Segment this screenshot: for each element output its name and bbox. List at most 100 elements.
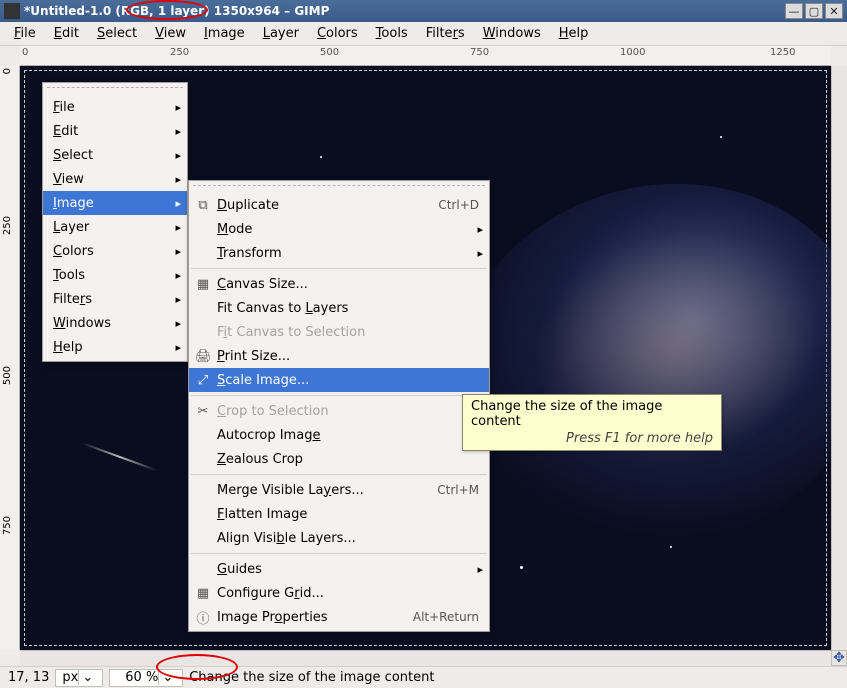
context-menu: File▸ Edit▸ Select▸ View▸ Image▸ Layer▸ …	[42, 82, 188, 362]
submenu-zealous-crop[interactable]: Zealous Crop	[189, 447, 489, 471]
chevron-right-icon: ▸	[175, 245, 181, 258]
submenu-mode[interactable]: Mode▸	[189, 217, 489, 241]
chevron-right-icon: ▸	[175, 269, 181, 282]
ctx-windows[interactable]: Windows▸	[43, 311, 187, 335]
menu-view[interactable]: View	[147, 23, 194, 44]
minimize-button[interactable]: —	[785, 3, 803, 19]
ctx-select[interactable]: Select▸	[43, 143, 187, 167]
window-buttons: — ▢ ✕	[785, 3, 843, 19]
maximize-button[interactable]: ▢	[805, 3, 823, 19]
ruler-h-label: 250	[170, 47, 189, 58]
accelerator-label: Alt+Return	[413, 610, 479, 624]
canvas-content-star	[720, 136, 722, 138]
menu-file[interactable]: File	[6, 23, 44, 44]
status-bar: 17, 13 px ⌄ 60 % ⌄ Change the size of th…	[0, 666, 847, 688]
chevron-right-icon: ▸	[175, 317, 181, 330]
tooltip: Change the size of the image content Pre…	[462, 394, 722, 451]
zoom-value: 60 %	[125, 670, 158, 685]
menu-tear-off[interactable]	[193, 185, 485, 191]
ruler-vertical[interactable]: 0 250 500 750	[0, 66, 20, 650]
menu-separator	[191, 474, 487, 475]
menu-layer[interactable]: Layer	[255, 23, 307, 44]
grid-icon: ▦	[195, 586, 211, 601]
navigation-icon[interactable]: ✥	[831, 650, 847, 666]
ctx-filters[interactable]: Filters▸	[43, 287, 187, 311]
chevron-down-icon: ⌄	[158, 670, 176, 685]
submenu-flatten[interactable]: Flatten Image	[189, 502, 489, 526]
scrollbar-vertical[interactable]	[831, 66, 847, 650]
chevron-right-icon: ▸	[175, 125, 181, 138]
submenu-print-size[interactable]: 🖨Print Size...	[189, 344, 489, 368]
submenu-canvas-size[interactable]: ▦Canvas Size...	[189, 272, 489, 296]
scrollbar-horizontal[interactable]	[20, 650, 831, 666]
menu-tear-off[interactable]	[47, 87, 183, 93]
canvas-size-icon: ▦	[195, 277, 211, 292]
image-submenu: ⧉DuplicateCtrl+D Mode▸ Transform▸ ▦Canva…	[188, 180, 490, 632]
menu-separator	[191, 395, 487, 396]
scale-icon: ⤢	[195, 373, 211, 388]
submenu-guides[interactable]: Guides▸	[189, 557, 489, 581]
canvas-content-star	[670, 546, 672, 548]
submenu-transform[interactable]: Transform▸	[189, 241, 489, 265]
ruler-h-label: 1000	[620, 47, 645, 58]
submenu-scale-image[interactable]: ⤢Scale Image...	[189, 368, 489, 392]
chevron-right-icon: ▸	[175, 173, 181, 186]
duplicate-icon: ⧉	[195, 198, 211, 213]
close-button[interactable]: ✕	[825, 3, 843, 19]
window-title: *Untitled-1.0 (RGB, 1 layer) 1350x964 – …	[24, 4, 785, 18]
menu-bar: File Edit Select View Image Layer Colors…	[0, 22, 847, 46]
status-hint: Change the size of the image content	[189, 670, 434, 685]
menu-image[interactable]: Image	[196, 23, 253, 44]
properties-icon: ⓘ	[195, 608, 211, 627]
ruler-horizontal[interactable]: 0 250 500 750 1000 1250	[20, 46, 831, 66]
menu-tools[interactable]: Tools	[368, 23, 416, 44]
print-size-icon: 🖨	[195, 349, 211, 364]
menu-separator	[191, 553, 487, 554]
ruler-v-label: 250	[2, 216, 13, 235]
chevron-right-icon: ▸	[175, 221, 181, 234]
chevron-down-icon: ⌄	[78, 670, 96, 685]
menu-help[interactable]: Help	[551, 23, 597, 44]
unit-value: px	[62, 670, 78, 685]
submenu-image-properties[interactable]: ⓘImage PropertiesAlt+Return	[189, 605, 489, 629]
ruler-h-label: 500	[320, 47, 339, 58]
submenu-crop-selection: ✂Crop to Selection	[189, 399, 489, 423]
ctx-edit[interactable]: Edit▸	[43, 119, 187, 143]
ctx-help[interactable]: Help▸	[43, 335, 187, 359]
chevron-right-icon: ▸	[175, 101, 181, 114]
ruler-v-label: 750	[2, 516, 13, 535]
canvas-content-star	[320, 156, 322, 158]
menu-filters[interactable]: Filters	[418, 23, 473, 44]
chevron-right-icon: ▸	[175, 293, 181, 306]
chevron-right-icon: ▸	[175, 197, 181, 210]
ctx-tools[interactable]: Tools▸	[43, 263, 187, 287]
window-titlebar: *Untitled-1.0 (RGB, 1 layer) 1350x964 – …	[0, 0, 847, 22]
menu-windows[interactable]: Windows	[475, 23, 549, 44]
accelerator-label: Ctrl+D	[438, 198, 479, 212]
ctx-image[interactable]: Image▸	[43, 191, 187, 215]
crop-icon: ✂	[195, 404, 211, 419]
ruler-h-label: 0	[22, 47, 28, 58]
ctx-colors[interactable]: Colors▸	[43, 239, 187, 263]
menu-separator	[191, 268, 487, 269]
canvas-content-star	[520, 566, 523, 569]
menu-edit[interactable]: Edit	[46, 23, 87, 44]
chevron-right-icon: ▸	[175, 341, 181, 354]
submenu-duplicate[interactable]: ⧉DuplicateCtrl+D	[189, 193, 489, 217]
submenu-fit-canvas-layers[interactable]: Fit Canvas to Layers	[189, 296, 489, 320]
submenu-align-visible[interactable]: Align Visible Layers...	[189, 526, 489, 550]
ctx-view[interactable]: View▸	[43, 167, 187, 191]
ruler-h-label: 1250	[770, 47, 795, 58]
chevron-right-icon: ▸	[477, 223, 483, 236]
ctx-layer[interactable]: Layer▸	[43, 215, 187, 239]
submenu-autocrop[interactable]: Autocrop Image	[189, 423, 489, 447]
zoom-selector[interactable]: 60 % ⌄	[109, 669, 183, 687]
submenu-configure-grid[interactable]: ▦Configure Grid...	[189, 581, 489, 605]
unit-selector[interactable]: px ⌄	[55, 669, 103, 687]
chevron-right-icon: ▸	[477, 563, 483, 576]
menu-colors[interactable]: Colors	[309, 23, 366, 44]
ctx-file[interactable]: File▸	[43, 95, 187, 119]
menu-select[interactable]: Select	[89, 23, 145, 44]
chevron-right-icon: ▸	[477, 247, 483, 260]
submenu-merge-visible[interactable]: Merge Visible Layers...Ctrl+M	[189, 478, 489, 502]
